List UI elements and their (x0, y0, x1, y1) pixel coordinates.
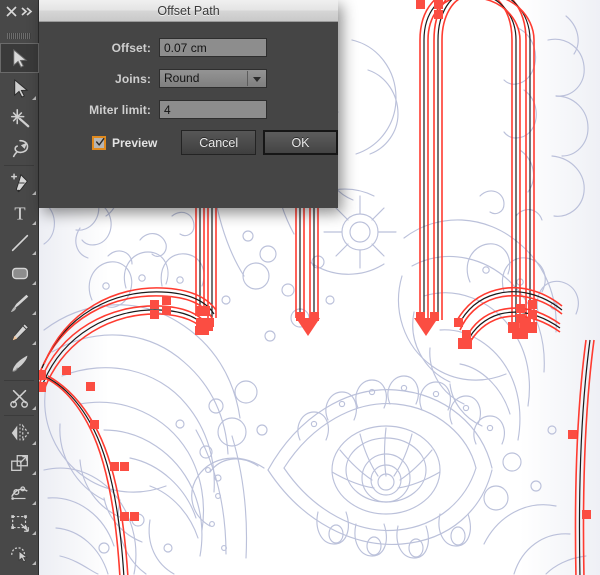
tool-flyout-indicator (32, 281, 36, 285)
offset-input[interactable] (159, 38, 267, 57)
miter-limit-label: Miter limit: (89, 102, 151, 117)
lasso-tool[interactable] (0, 133, 39, 163)
type-tool[interactable]: T (0, 198, 39, 228)
miter-limit-input[interactable] (159, 100, 267, 119)
illustrator-window: T Offset Path Offset: 0.07 cm Joins: Rou… (0, 0, 600, 575)
ok-button[interactable]: OK (262, 130, 338, 155)
tool-flyout-indicator (32, 96, 36, 100)
tool-flyout-indicator (32, 191, 36, 195)
offset-path-dialog: Offset Path Offset: Joins: Round Miter l… (39, 0, 338, 208)
line-segment-tool[interactable] (0, 228, 39, 258)
tool-list: T (0, 43, 39, 575)
dialog-button-row: Preview Cancel OK (39, 130, 338, 155)
direct-selection-tool[interactable] (0, 73, 39, 103)
check-icon (95, 137, 105, 146)
perspective-grid-tool[interactable] (0, 568, 39, 575)
joins-select[interactable]: Round (159, 69, 267, 88)
miter-limit-field-row: Miter limit: (39, 100, 338, 119)
tool-flyout-indicator (32, 531, 36, 535)
tool-flyout-indicator (32, 251, 36, 255)
preview-label: Preview (112, 135, 158, 150)
joins-selected-value: Round (164, 71, 200, 85)
cancel-button[interactable]: Cancel (181, 130, 256, 155)
selection-tool[interactable] (0, 43, 39, 73)
tool-flyout-indicator (32, 441, 36, 445)
select-divider (247, 71, 248, 86)
pen-tool[interactable] (0, 168, 39, 198)
paintbrush-tool[interactable] (0, 288, 39, 318)
tool-flyout-indicator (32, 501, 36, 505)
dialog-titlebar[interactable]: Offset Path (39, 0, 338, 22)
blob-brush-tool[interactable] (0, 348, 39, 378)
tools-panel-header (0, 0, 38, 30)
offset-label: Offset: (111, 40, 151, 55)
chevron-down-icon (253, 77, 261, 82)
tool-flyout-indicator (32, 406, 36, 410)
rotate-tool[interactable] (0, 418, 39, 448)
tool-group-divider (4, 380, 34, 381)
scale-tool[interactable] (0, 448, 39, 478)
preview-checkbox-wrapper[interactable]: Preview (92, 135, 158, 150)
eraser-tool[interactable] (0, 383, 39, 413)
tool-group-divider (4, 165, 34, 166)
tool-flyout-indicator (32, 341, 36, 345)
tool-flyout-indicator (32, 471, 36, 475)
rectangle-tool[interactable] (0, 258, 39, 288)
offset-field-row: Offset: (39, 38, 338, 57)
drag-grip-icon[interactable] (7, 30, 31, 40)
free-transform-tool[interactable] (0, 508, 39, 538)
double-chevron-right-icon[interactable] (20, 5, 34, 18)
preview-checkbox[interactable] (92, 135, 106, 150)
width-tool[interactable] (0, 478, 39, 508)
close-icon[interactable] (5, 5, 18, 18)
shape-builder-tool[interactable] (0, 538, 39, 568)
magic-wand-tool[interactable] (0, 103, 39, 133)
tool-flyout-indicator (32, 561, 36, 565)
joins-label: Joins: (115, 71, 151, 86)
tools-panel[interactable]: T (0, 0, 39, 575)
tool-flyout-indicator (32, 221, 36, 225)
dialog-body: Offset: Joins: Round Miter limit: (39, 22, 338, 208)
tool-group-divider (4, 415, 34, 416)
tool-flyout-indicator (32, 311, 36, 315)
dialog-title: Offset Path (157, 3, 220, 18)
joins-field-row: Joins: Round (39, 69, 338, 88)
svg-text:T: T (14, 203, 25, 223)
pencil-tool[interactable] (0, 318, 39, 348)
